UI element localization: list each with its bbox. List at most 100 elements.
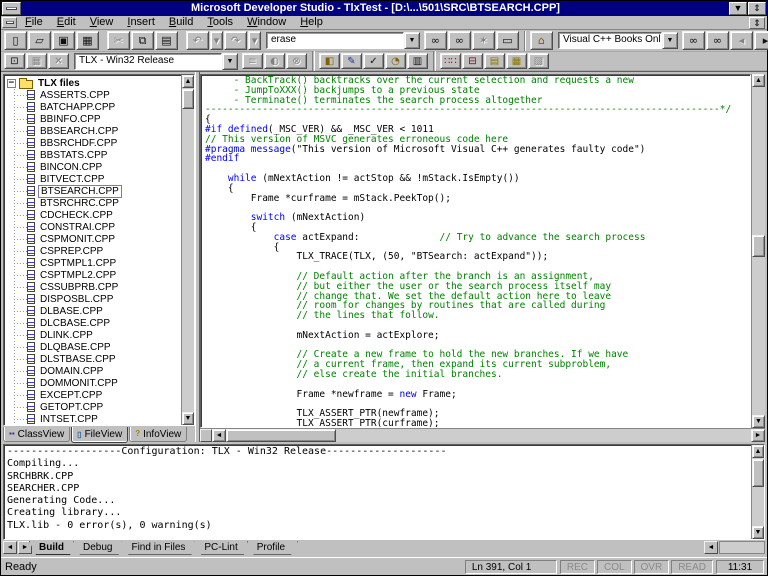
find-button[interactable]: ∞	[448, 31, 471, 50]
tree-item-dlcbase-cpp[interactable]: DLCBASE.CPP	[7, 317, 181, 329]
tree-item-csptmpl1-cpp[interactable]: CSPTMPL1.CPP	[7, 257, 181, 269]
editor-scroll-up-icon[interactable]: ▲	[752, 74, 765, 87]
editor-split-box[interactable]	[200, 429, 212, 442]
editor-scroll-track[interactable]	[752, 87, 765, 415]
tree-item-dlstbase-cpp[interactable]: DLSTBASE.CPP	[7, 353, 181, 365]
tree-item-intset-cpp[interactable]: INTSET.CPP	[7, 413, 181, 425]
books-combobox-dropdown-icon[interactable]: ▼	[662, 32, 678, 49]
output-tab-debug[interactable]: Debug	[73, 541, 125, 555]
tree-item-bbinfo-cpp[interactable]: BBINFO.CPP	[7, 113, 181, 125]
menu-window[interactable]: Window	[240, 16, 293, 29]
variables-window-button[interactable]: ▦	[506, 53, 527, 69]
tree-item-dlqbase-cpp[interactable]: DLQBASE.CPP	[7, 341, 181, 353]
output-scroll-track[interactable]	[752, 458, 764, 526]
menu-tools[interactable]: Tools	[200, 16, 240, 29]
tree-item-bbsrchdf-cpp[interactable]: BBSRCHDF.CPP	[7, 137, 181, 149]
tree-scroll-thumb[interactable]	[182, 89, 194, 109]
books-combobox-input[interactable]: Visual C++ Books Online	[558, 32, 662, 49]
editor-scroll-left-icon[interactable]: ◄	[212, 429, 226, 442]
search-online-button[interactable]: ⌂	[530, 31, 553, 50]
tree-item-cdcheck-cpp[interactable]: CDCHECK.CPP	[7, 209, 181, 221]
build-output-text[interactable]: -------------------Configuration: TLX - …	[4, 445, 751, 539]
find-in-files-button[interactable]: ∞	[424, 31, 447, 50]
tree-item-dlink-cpp[interactable]: DLINK.CPP	[7, 329, 181, 341]
tree-item-csptmpl2-cpp[interactable]: CSPTMPL2.CPP	[7, 269, 181, 281]
tree-item-bbsearch-cpp[interactable]: BBSEARCH.CPP	[7, 125, 181, 137]
tree-scroll-down-icon[interactable]: ▼	[182, 412, 194, 425]
configuration-combobox-dropdown-icon[interactable]: ▼	[222, 52, 238, 70]
editor-scroll-down-icon[interactable]: ▼	[752, 415, 765, 428]
tab-infoview[interactable]: ? InfoView	[129, 427, 188, 442]
menu-build[interactable]: Build	[162, 16, 200, 29]
output-tab-pc-lint[interactable]: PC-Lint	[194, 541, 250, 555]
new-source-window-button[interactable]: ◧	[319, 53, 340, 69]
breakpoints-button[interactable]: ∷∷	[440, 53, 461, 69]
system-menu-button[interactable]	[2, 2, 21, 15]
document-restore-button[interactable]: ⇕	[749, 16, 765, 29]
restore-button[interactable]: ⇕	[748, 2, 766, 15]
output-tabs-left-icon[interactable]: ◄	[3, 541, 17, 554]
tree-item-bbstats-cpp[interactable]: BBSTATS.CPP	[7, 149, 181, 161]
find-combobox-dropdown-icon[interactable]: ▼	[404, 32, 420, 49]
tab-classview[interactable]: ▪▪ ClassView	[3, 427, 71, 442]
wizard-bar-button[interactable]: ✎	[341, 53, 362, 69]
next-topic-button[interactable]: ▸	[754, 31, 768, 50]
toggle-full-screen-button[interactable]: ▭	[496, 31, 519, 50]
editor-scroll-right-icon[interactable]: ►	[751, 429, 765, 442]
find-combobox-input[interactable]: erase	[266, 32, 404, 49]
output-hscroll-left-icon[interactable]: ◄	[704, 541, 718, 554]
editor-hscroll-track[interactable]	[226, 429, 751, 442]
tree-item-cspmonit-cpp[interactable]: CSPMONIT.CPP	[7, 233, 181, 245]
copy-button[interactable]: ⧉	[131, 31, 154, 50]
configuration-combobox-input[interactable]: TLX - Win32 Release	[74, 52, 222, 70]
search-query-button[interactable]: ∞	[706, 31, 729, 50]
goto-definition-button[interactable]: ⊟	[462, 53, 483, 69]
tree-item-batchapp-cpp[interactable]: BATCHAPP.CPP	[7, 101, 181, 113]
spell-check-button[interactable]: ✓	[363, 53, 384, 69]
menu-view[interactable]: View	[83, 16, 121, 29]
paste-button[interactable]: ▤	[155, 31, 178, 50]
code-editor[interactable]: - BackTrack() backtracks over the curren…	[200, 74, 751, 428]
watch-window-button[interactable]: ▤	[484, 53, 505, 69]
search-contents-button[interactable]: ∞	[682, 31, 705, 50]
tree-item-btsearch-cpp[interactable]: BTSEARCH.CPP	[7, 184, 181, 198]
tree-item-btsrchrc-cpp[interactable]: BTSRCHRC.CPP	[7, 197, 181, 209]
tree-item-csprep-cpp[interactable]: CSPREP.CPP	[7, 245, 181, 257]
tree-item-cssubprb-cpp[interactable]: CSSUBPRB.CPP	[7, 281, 181, 293]
profile-tool-button[interactable]: ◔	[385, 53, 406, 69]
menu-insert[interactable]: Insert	[120, 16, 162, 29]
tree-item-dommonit-cpp[interactable]: DOMMONIT.CPP	[7, 377, 181, 389]
open-file-button[interactable]: ▱	[28, 31, 51, 50]
tile-windows-button[interactable]: ▥	[407, 53, 428, 69]
tree-root-tlx-files[interactable]: − TLX files	[7, 77, 181, 89]
output-scroll-down-icon[interactable]: ▼	[752, 526, 764, 539]
editor-scroll-thumb[interactable]	[752, 234, 765, 257]
output-tab-profile[interactable]: Profile	[247, 541, 298, 555]
tree-scroll-up-icon[interactable]: ▲	[182, 75, 194, 88]
output-tabs-right-icon[interactable]: ►	[18, 541, 32, 554]
output-tab-build[interactable]: Build	[29, 541, 77, 555]
tree-scroll-track[interactable]	[182, 88, 194, 412]
save-all-button[interactable]: ▦	[76, 31, 99, 50]
output-tab-find-in-files[interactable]: Find in Files	[121, 541, 198, 555]
update-dependencies-button[interactable]: ⊡	[4, 53, 25, 69]
new-file-button[interactable]: ▯	[4, 31, 27, 50]
output-scroll-up-icon[interactable]: ▲	[752, 445, 764, 458]
tab-fileview[interactable]: ▯ FileView	[71, 427, 129, 443]
collapse-icon[interactable]: −	[7, 78, 16, 88]
tree-item-except-cpp[interactable]: EXCEPT.CPP	[7, 389, 181, 401]
menu-help[interactable]: Help	[293, 16, 330, 29]
save-file-button[interactable]: ▣	[52, 31, 75, 50]
menu-edit[interactable]: Edit	[50, 16, 83, 29]
output-hscroll-track[interactable]	[719, 541, 765, 554]
tree-item-disposbl-cpp[interactable]: DISPOSBL.CPP	[7, 293, 181, 305]
output-scroll-thumb[interactable]	[752, 459, 764, 487]
tree-item-constrai-cpp[interactable]: CONSTRAI.CPP	[7, 221, 181, 233]
menu-file[interactable]: File	[18, 16, 50, 29]
tree-item-domain-cpp[interactable]: DOMAIN.CPP	[7, 365, 181, 377]
tree-item-asserts-cpp[interactable]: ASSERTS.CPP	[7, 89, 181, 101]
minimize-button[interactable]: ▼	[729, 2, 747, 15]
tree-item-bincon-cpp[interactable]: BINCON.CPP	[7, 161, 181, 173]
tree-item-dlbase-cpp[interactable]: DLBASE.CPP	[7, 305, 181, 317]
editor-hscroll-thumb[interactable]	[226, 429, 336, 442]
